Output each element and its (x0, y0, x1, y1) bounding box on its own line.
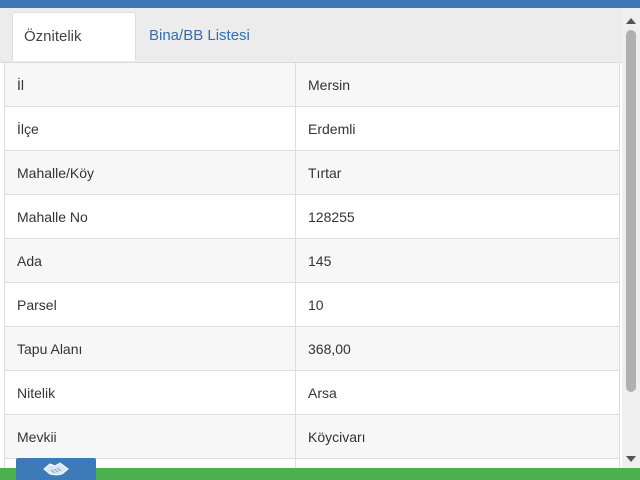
attribute-key: İl (4, 62, 296, 107)
attribute-key: Ada (4, 238, 296, 283)
attribute-value: Mersin (295, 62, 620, 107)
vertical-scrollbar[interactable] (622, 8, 640, 480)
table-row: Parsel 10 (4, 282, 620, 327)
attribute-key: Nitelik (4, 370, 296, 415)
tab-attribute-info[interactable]: Öznitelik Bilgisi (12, 12, 136, 93)
attribute-value: Arsa (295, 370, 620, 415)
table-row: Nitelik Arsa (4, 370, 620, 415)
attribute-value: 368,00 (295, 326, 620, 371)
tab-bar: Öznitelik Bilgisi Bina/BB Listesi (0, 8, 622, 93)
attribute-value: Tırtar (295, 150, 620, 195)
attribute-value: 10 (295, 282, 620, 327)
scroll-thumb[interactable] (626, 30, 636, 392)
attribute-key: Mahalle/Köy (4, 150, 296, 195)
handshake-icon (43, 462, 69, 476)
handshake-button[interactable] (16, 458, 96, 480)
attribute-value: 145 (295, 238, 620, 283)
table-row: Mevkii Köycivarı (4, 414, 620, 459)
attribute-table: İl Mersin İlçe Erdemli Mahalle/Köy Tırta… (4, 62, 620, 480)
table-row: Tapu Alanı 368,00 (4, 326, 620, 371)
table-row: İl Mersin (4, 62, 620, 107)
attribute-key: Mahalle No (4, 194, 296, 239)
attribute-key: Tapu Alanı (4, 326, 296, 371)
table-row: Mahalle No 128255 (4, 194, 620, 239)
attribute-panel: Öznitelik Bilgisi Bina/BB Listesi İl Mer… (0, 8, 622, 480)
table-row: Ada 145 (4, 238, 620, 283)
table-row: İlçe Erdemli (4, 106, 620, 151)
scroll-down-icon[interactable] (626, 456, 636, 462)
footer-bar (0, 468, 640, 480)
attribute-key: Parsel (4, 282, 296, 327)
attribute-key: Mevkii (4, 414, 296, 459)
attribute-value: Erdemli (295, 106, 620, 151)
attribute-value: 128255 (295, 194, 620, 239)
scroll-up-icon[interactable] (626, 18, 636, 24)
attribute-key: İlçe (4, 106, 296, 151)
attribute-value: Köycivarı (295, 414, 620, 459)
top-header-bar (0, 0, 640, 8)
table-row: Mahalle/Köy Tırtar (4, 150, 620, 195)
tab-building-list[interactable]: Bina/BB Listesi (138, 12, 261, 61)
